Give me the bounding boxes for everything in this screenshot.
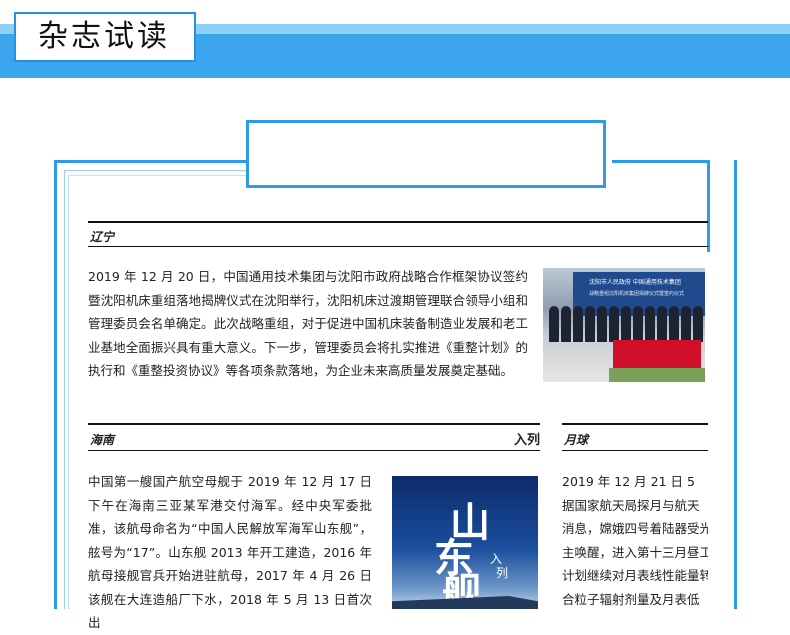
section-rule: [88, 221, 708, 223]
moon-line: 2019 年 12 月 21 日 5: [562, 474, 695, 489]
photo-person: [573, 306, 583, 342]
section-tag-hainan: 海南: [90, 433, 115, 447]
shandong-ship-cover-image: 山 东 舰 入 列: [392, 476, 538, 609]
photo-person: [609, 306, 619, 342]
photo-banner-line2: 战略重组沈阳机床集团揭牌仪式暨签约仪式: [589, 291, 685, 297]
photo-person: [657, 306, 667, 342]
photo-person: [645, 306, 655, 342]
moon-line: 计划继续对月表线性能量转: [562, 568, 708, 583]
cover-subtitle-char: 列: [496, 566, 509, 580]
frame-top-left-line: [54, 160, 246, 163]
moon-line: 消息，嫦娥四号着陆器受光: [562, 521, 708, 536]
moon-line: 合粒子辐射剂量及月表低: [562, 591, 700, 607]
section-rule-thin: [88, 450, 540, 451]
photo-flowers: [609, 368, 705, 382]
section-rule: [562, 423, 708, 425]
page-title: 杂志试读: [14, 12, 196, 62]
moon-line: 据国家航天局探月与航天: [562, 497, 700, 513]
photo-banner-line1: 沈阳市人民政府 中国通用技术集团: [589, 279, 681, 286]
photo-person: [585, 306, 595, 342]
frame-top-right-line: [612, 160, 710, 163]
signing-ceremony-photo: 沈阳市人民政府 中国通用技术集团 战略重组沈阳机床集团揭牌仪式暨签约仪式: [543, 268, 705, 382]
article-paragraph-hainan: 中国第一艘国产航空母舰于 2019 年 12 月 17 日下午在海南三亚某军港交…: [88, 474, 372, 630]
frame-inner-line: [64, 170, 65, 609]
article-paragraph-liaoning: 2019 年 12 月 20 日，中国通用技术集团与沈阳市政府战略合作框架协议签…: [88, 269, 528, 378]
photo-person: [669, 306, 679, 342]
frame-far-right-line: [734, 160, 737, 609]
section-rule-thin: [562, 450, 708, 451]
photo-person: [633, 306, 643, 342]
section-label-right: 入列: [514, 433, 541, 448]
photo-person: [693, 306, 703, 342]
center-title-box: [246, 120, 606, 188]
section-rule: [88, 423, 540, 425]
frame-inner-line: [64, 170, 246, 171]
frame-left-line: [54, 160, 57, 609]
frame-inner-line: [68, 175, 246, 176]
frame-inner-line: [68, 175, 69, 609]
photo-person: [597, 306, 607, 342]
frame-right-short-line: [707, 160, 710, 252]
photo-person: [549, 306, 559, 342]
photo-person: [561, 306, 571, 342]
article-paragraph-moon: 2019 年 12 月 21 日 5 据国家航天局探月与航天 消息，嫦娥四号着陆…: [562, 470, 708, 611]
section-rule-thin: [88, 246, 708, 247]
section-tag-moon: 月球: [564, 433, 589, 447]
section-tag-liaoning: 辽宁: [90, 230, 115, 244]
ship-silhouette: [392, 596, 538, 609]
photo-person: [621, 306, 631, 342]
photo-person: [681, 306, 691, 342]
moon-line: 主唤醒，进入第十三月昼工: [562, 544, 708, 560]
